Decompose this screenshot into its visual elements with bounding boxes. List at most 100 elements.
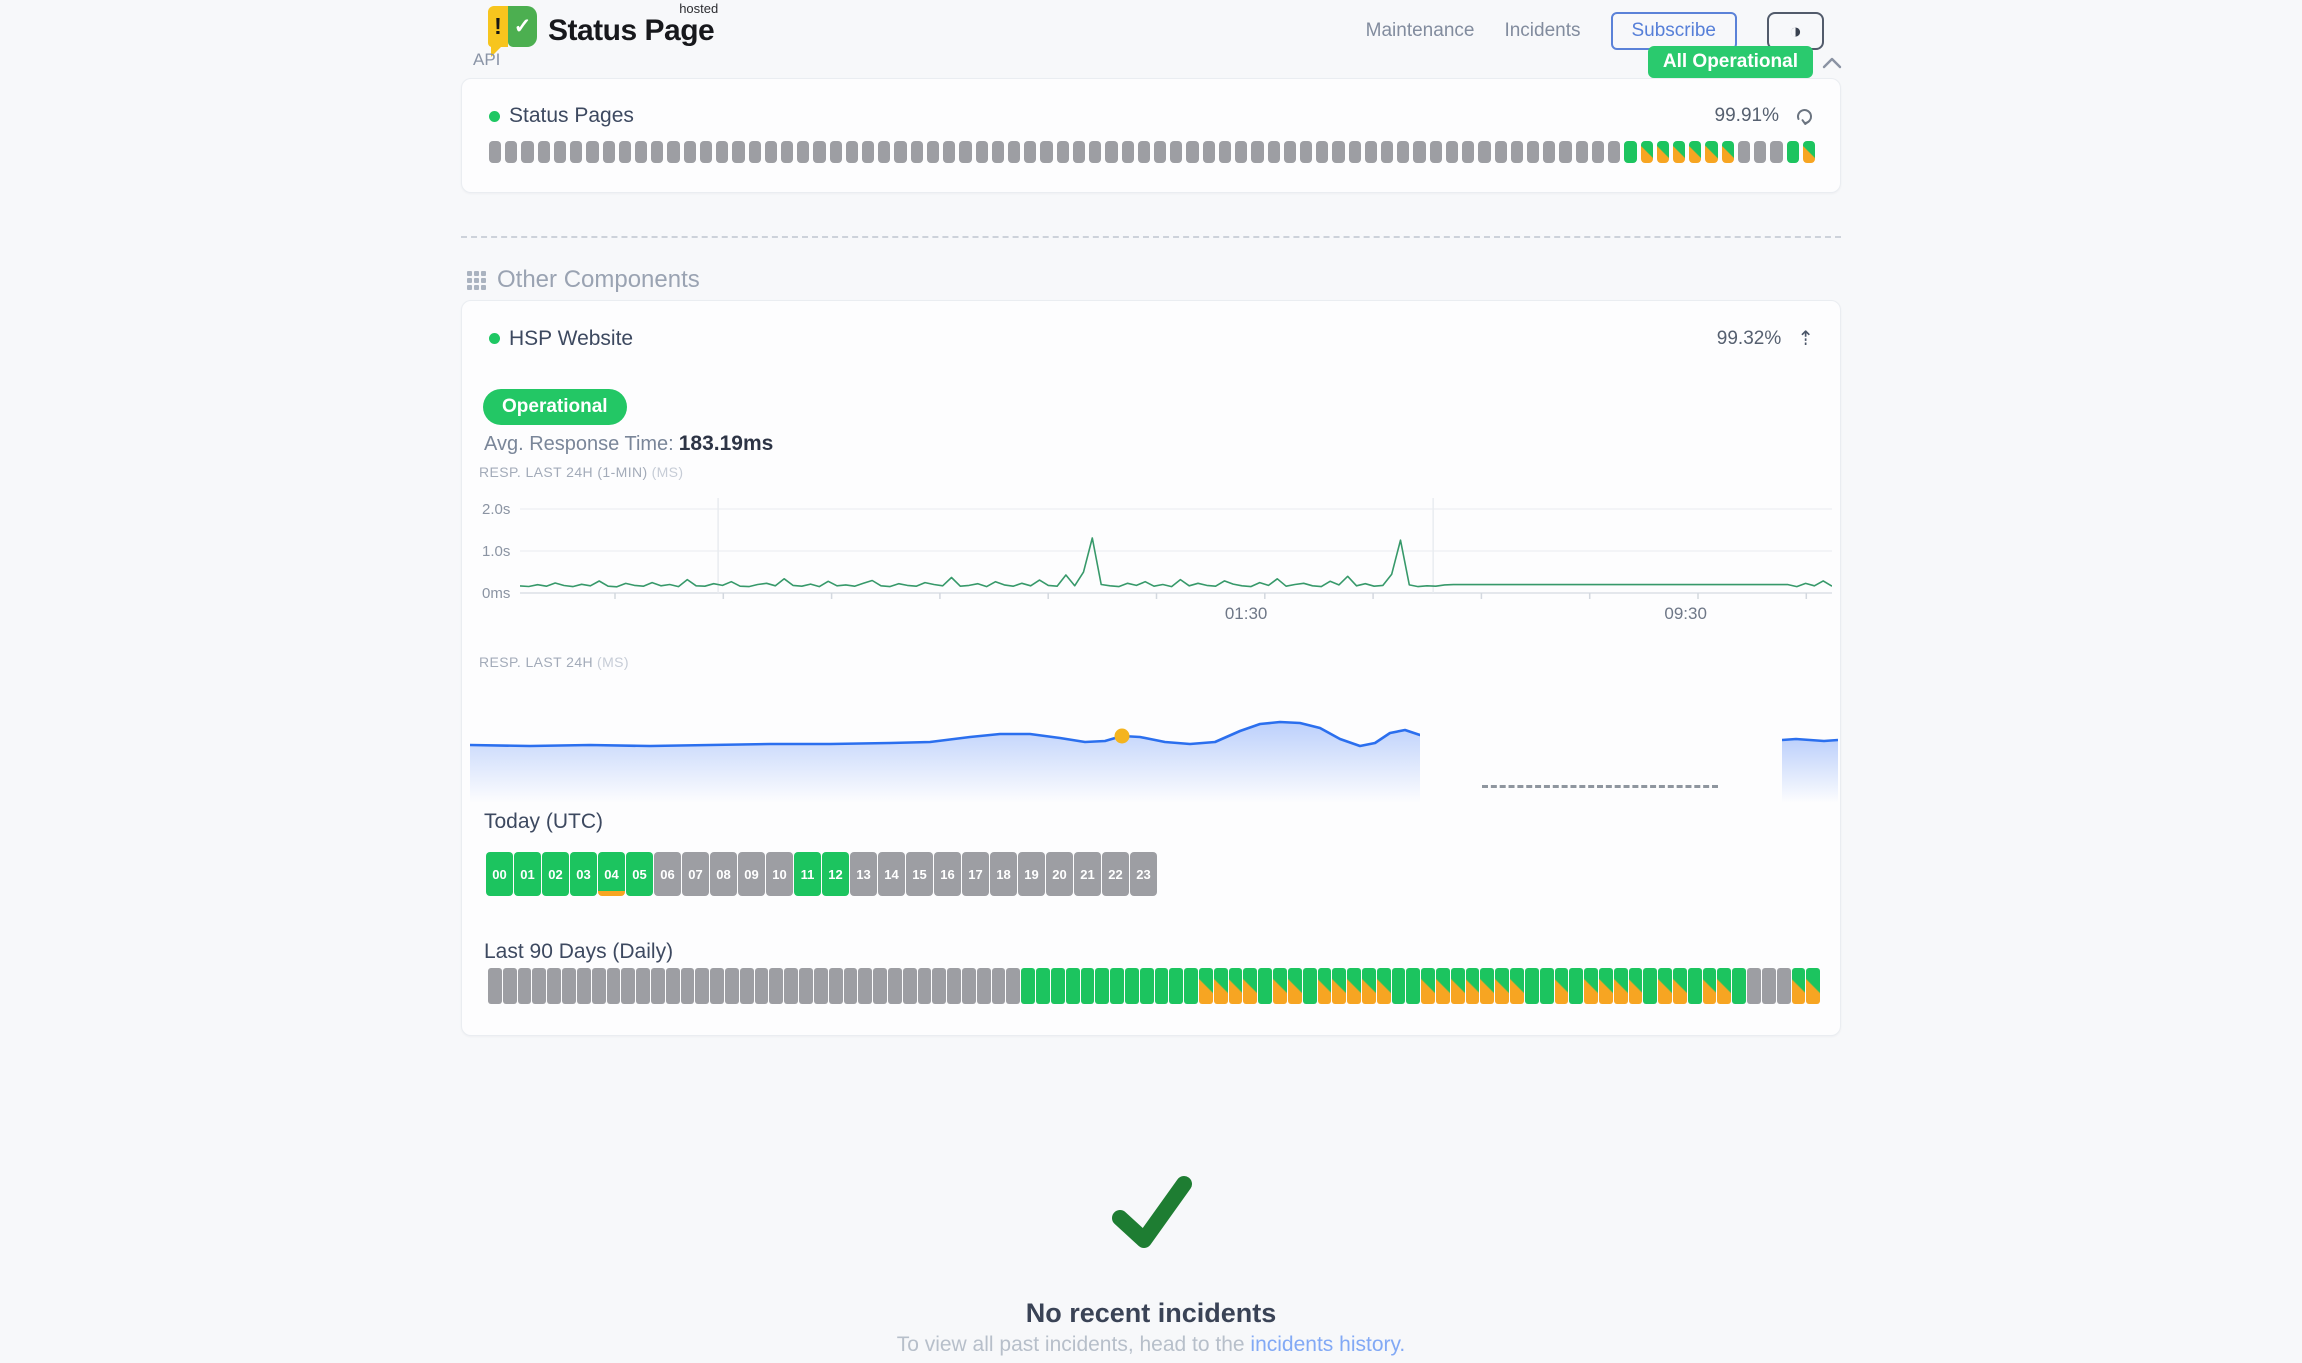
status-bar: [1349, 141, 1361, 163]
status-bar: [1643, 968, 1657, 1004]
hour-block: 14: [878, 852, 905, 896]
status-bar: [1511, 141, 1523, 163]
status-bar: [489, 141, 501, 163]
status-bar: [1024, 141, 1036, 163]
status-bar: [1540, 968, 1554, 1004]
nav-maintenance[interactable]: Maintenance: [1366, 20, 1475, 42]
status-bar: [1673, 141, 1685, 163]
status-bar: [488, 968, 502, 1004]
hour-block: 15: [906, 852, 933, 896]
status-bar: [1008, 141, 1020, 163]
status-bar: [636, 968, 650, 1004]
status-bar: [1199, 968, 1213, 1004]
status-bar: [603, 141, 615, 163]
status-bar: [1397, 141, 1409, 163]
status-bar: [784, 968, 798, 1004]
status-bar: [1436, 968, 1450, 1004]
subtitle-text: To view all past incidents, head to the: [897, 1333, 1251, 1356]
status-bar: [1122, 141, 1134, 163]
status-bar: [1555, 968, 1569, 1004]
status-bar: [1089, 141, 1101, 163]
brand-logo-icon: ! ✓: [488, 6, 538, 54]
status-bar: [710, 968, 724, 1004]
status-bar: [725, 968, 739, 1004]
status-bar: [681, 968, 695, 1004]
status-bar: [1689, 141, 1701, 163]
component-name-group: Status Pages: [489, 104, 634, 128]
hour-block: 20: [1046, 852, 1073, 896]
avg-response-value: 183.19ms: [679, 432, 774, 455]
section-title-api: API: [473, 50, 500, 70]
hour-block: 10: [766, 852, 793, 896]
status-bar: [1584, 968, 1598, 1004]
hsp-website-card: HSP Website 99.32% ⇡ Operational Avg. Re…: [461, 300, 1841, 1036]
status-bar: [927, 141, 939, 163]
status-bar: [1754, 141, 1766, 163]
hour-block: 03: [570, 852, 597, 896]
brand-text: Status Page hosted: [548, 6, 714, 48]
status-bar: [959, 141, 971, 163]
refresh-button[interactable]: [1795, 107, 1814, 126]
hour-block: 07: [682, 852, 709, 896]
status-bar: [976, 141, 988, 163]
status-bar: [992, 968, 1006, 1004]
status-bar: [1770, 141, 1782, 163]
status-bar: [1057, 141, 1069, 163]
section-title-other: Other Components: [467, 266, 700, 294]
status-bar: [846, 141, 858, 163]
chevron-up-icon[interactable]: [1822, 56, 1842, 69]
status-bar: [1629, 968, 1643, 1004]
avg-response-time: Avg. Response Time:183.19ms: [484, 432, 773, 456]
component-name-group: HSP Website: [489, 327, 633, 351]
api-card: Status Pages 99.91%: [461, 78, 1841, 193]
incidents-history-link[interactable]: incidents history.: [1250, 1333, 1405, 1356]
status-bar: [1446, 141, 1458, 163]
status-bar: [844, 968, 858, 1004]
status-bar: [765, 141, 777, 163]
status-bar: [1777, 968, 1791, 1004]
status-bar: [684, 141, 696, 163]
status-bar: [1219, 141, 1231, 163]
status-bar: [1466, 968, 1480, 1004]
y-axis-label: 0ms: [482, 585, 510, 602]
status-bar: [518, 968, 532, 1004]
brand-name: Status Page: [548, 14, 714, 47]
hour-block: 01: [514, 852, 541, 896]
x-axis-label: 09:30: [1664, 604, 1707, 624]
status-bar: [1762, 968, 1776, 1004]
hour-block: 13: [850, 852, 877, 896]
component-row: Status Pages 99.91%: [462, 79, 1840, 128]
theme-toggle-button[interactable]: ◑: [1767, 12, 1824, 50]
brand-logo[interactable]: ! ✓ Status Page hosted: [488, 6, 714, 54]
today-heading: Today (UTC): [484, 810, 603, 834]
hour-block: 17: [962, 852, 989, 896]
subscribe-button[interactable]: Subscribe: [1611, 12, 1738, 50]
status-bar: [1105, 141, 1117, 163]
status-bar: [1592, 141, 1604, 163]
status-bar: [607, 968, 621, 1004]
check-icon: ✓: [508, 6, 537, 47]
status-bar: [1478, 141, 1490, 163]
status-bar: [943, 141, 955, 163]
status-bar: [503, 968, 517, 1004]
nav-incidents[interactable]: Incidents: [1504, 20, 1580, 42]
status-bar: [521, 141, 533, 163]
hour-block: 02: [542, 852, 569, 896]
status-bar: [862, 141, 874, 163]
status-bar: [1051, 968, 1065, 1004]
status-bar: [1073, 141, 1085, 163]
status-bar: [1543, 141, 1555, 163]
no-incidents-subtitle: To view all past incidents, head to the …: [461, 1333, 1841, 1357]
status-bar: [635, 141, 647, 163]
status-dot: [489, 333, 500, 344]
status-bar: [1214, 968, 1228, 1004]
status-bar: [1624, 141, 1636, 163]
status-bar: [592, 968, 606, 1004]
status-bar: [695, 968, 709, 1004]
status-bar: [562, 968, 576, 1004]
status-bar: [1125, 968, 1139, 1004]
overall-status-badge: All Operational: [1648, 46, 1813, 78]
status-bar: [830, 141, 842, 163]
status-bar: [1229, 968, 1243, 1004]
status-bar: [1732, 968, 1746, 1004]
